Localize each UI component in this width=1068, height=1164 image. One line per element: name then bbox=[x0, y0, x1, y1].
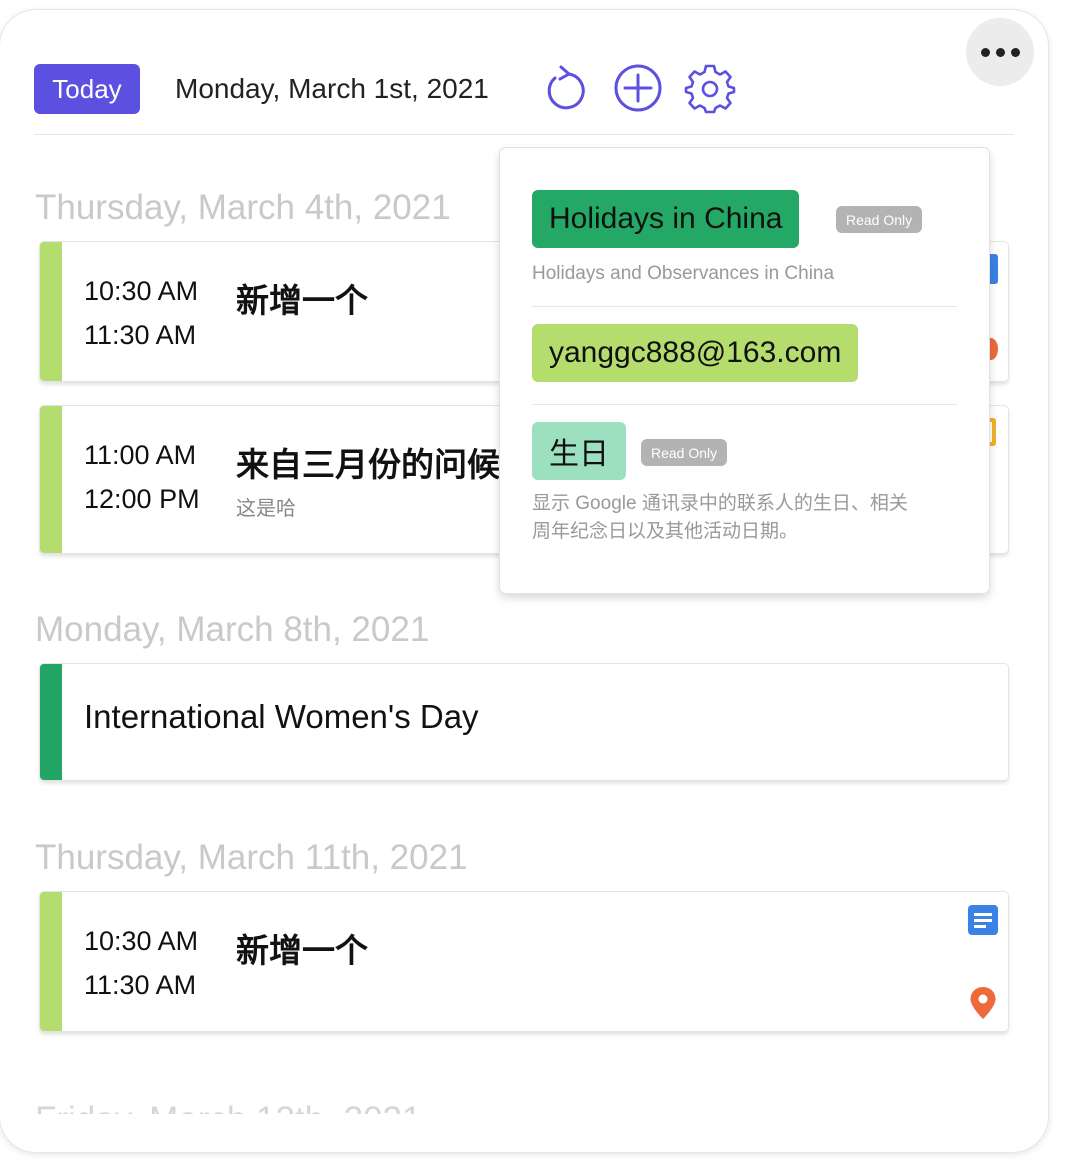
add-icon[interactable] bbox=[612, 62, 664, 114]
calendar-chip-email[interactable]: yanggc888@163.com bbox=[532, 324, 859, 382]
more-icon-dot bbox=[1010, 47, 1020, 57]
day-heading: Thursday, March 11th, 2021 bbox=[35, 838, 468, 877]
calendar-chip-birthdays[interactable]: 生日 bbox=[532, 422, 626, 480]
calendar-list-popover: Holidays in China Read Only Holidays and… bbox=[500, 148, 989, 593]
popover-divider bbox=[532, 404, 957, 405]
read-only-badge: Read Only bbox=[836, 206, 923, 233]
event-end-time: 11:30 AM bbox=[84, 320, 197, 350]
refresh-icon[interactable] bbox=[539, 62, 591, 114]
calendar-chip-holidays[interactable]: Holidays in China bbox=[532, 190, 800, 248]
more-icon-dot bbox=[995, 47, 1005, 57]
notes-icon[interactable] bbox=[967, 904, 999, 936]
calendar-description: 显示 Google 通讯录中的联系人的生日、相关 bbox=[532, 493, 908, 514]
event-start-time: 10:30 AM bbox=[84, 276, 199, 306]
event-card[interactable]: International Women's Day bbox=[40, 664, 1008, 780]
settings-icon[interactable] bbox=[684, 62, 736, 114]
event-end-time: 11:30 AM bbox=[84, 970, 197, 1000]
event-color-bar bbox=[40, 406, 62, 553]
day-heading: Thursday, March 4th, 2021 bbox=[35, 188, 451, 227]
day-heading: Monday, March 8th, 2021 bbox=[35, 610, 430, 649]
current-date-label: Monday, March 1st, 2021 bbox=[175, 73, 489, 104]
day-heading: Friday, March 12th, 2021 bbox=[35, 1100, 422, 1114]
event-title: International Women's Day bbox=[84, 698, 479, 735]
location-icon[interactable] bbox=[969, 986, 997, 1020]
calendar-description: Holidays and Observances in China bbox=[532, 263, 835, 284]
calendar-description: 周年纪念日以及其他活动日期。 bbox=[532, 521, 799, 542]
popover-divider bbox=[532, 306, 957, 307]
more-icon-dot bbox=[980, 47, 990, 57]
calendar-panel: Today Monday, March 1st, 2021 Thursday, … bbox=[0, 10, 1048, 1152]
event-title: 新增一个 bbox=[236, 282, 368, 319]
event-color-bar bbox=[40, 242, 62, 381]
event-color-bar bbox=[40, 892, 62, 1031]
read-only-badge: Read Only bbox=[641, 439, 728, 466]
event-end-time: 12:00 PM bbox=[84, 484, 200, 514]
event-start-time: 11:00 AM bbox=[84, 440, 197, 470]
today-button[interactable]: Today bbox=[34, 64, 140, 114]
event-title: 来自三月份的问候 bbox=[236, 446, 500, 483]
event-start-time: 10:30 AM bbox=[84, 926, 199, 956]
more-options-button[interactable] bbox=[966, 18, 1034, 86]
day-heading-text: Friday, March 12th, 2021 bbox=[35, 1100, 422, 1114]
event-color-bar bbox=[40, 664, 62, 780]
event-description: 这是哈 bbox=[236, 498, 296, 520]
event-card[interactable]: 10:30 AM 11:30 AM 新增一个 bbox=[40, 892, 1008, 1031]
header-divider bbox=[34, 134, 1014, 135]
event-title: 新增一个 bbox=[236, 932, 368, 969]
